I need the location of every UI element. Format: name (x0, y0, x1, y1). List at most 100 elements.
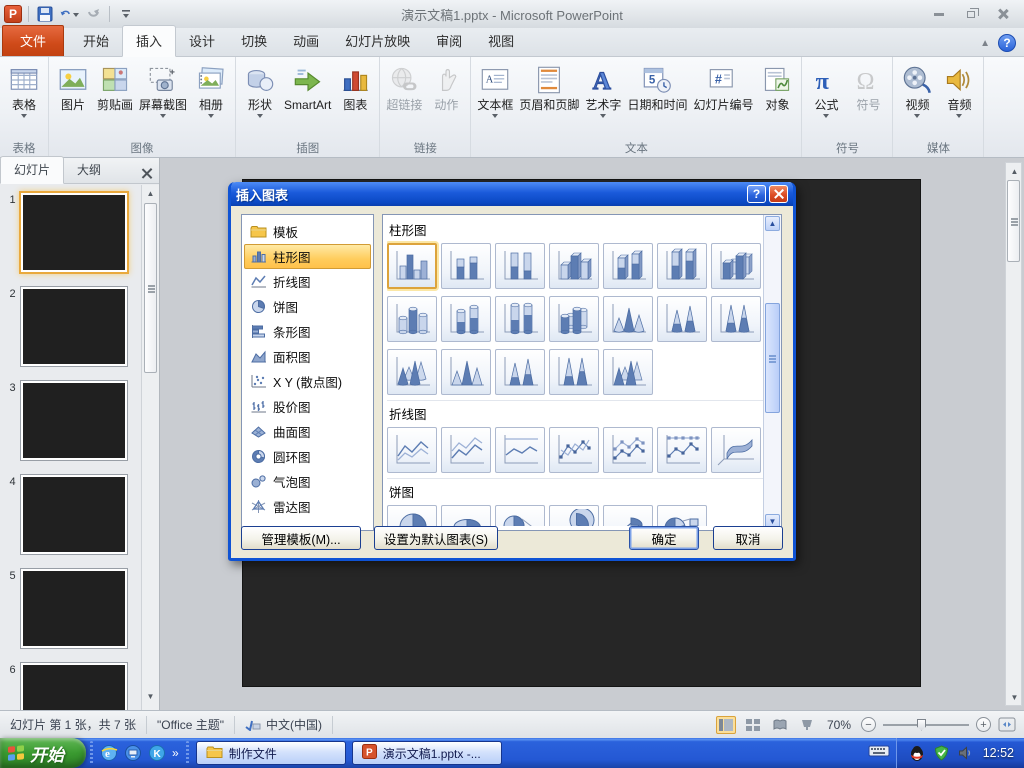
dropdown-arrow-icon[interactable] (823, 114, 829, 118)
chart-type-pyrst[interactable] (495, 349, 545, 395)
slide-thumbnail-4[interactable]: 4 (4, 475, 141, 554)
chart-type-linest[interactable] (441, 427, 491, 473)
tab-设计[interactable]: 设计 (176, 26, 228, 56)
slide-thumbnail-1[interactable]: 1 (4, 193, 141, 272)
category-柱形图[interactable]: 柱形图 (244, 244, 371, 269)
slide-thumbnail-5[interactable]: 5 (4, 569, 141, 648)
cancel-button[interactable]: 取消 (713, 526, 783, 550)
panel-close-icon[interactable] (141, 167, 153, 179)
chart-type-col3d[interactable] (711, 243, 761, 289)
chart-type-line[interactable] (387, 427, 437, 473)
ok-button[interactable]: 确定 (629, 526, 699, 550)
zoom-slider[interactable] (883, 724, 969, 726)
zoom-in-icon[interactable]: + (976, 717, 991, 732)
scroll-up-icon[interactable]: ▲ (142, 185, 159, 201)
scroll-down-icon[interactable]: ▼ (142, 688, 159, 704)
ie-icon[interactable]: e (99, 743, 119, 763)
tab-切换[interactable]: 切换 (228, 26, 280, 56)
chart-type-cone100[interactable] (711, 296, 761, 342)
category-面积图[interactable]: 面积图 (244, 344, 371, 369)
slide-thumbnail-image[interactable] (21, 381, 127, 460)
chart-type-pyr3[interactable] (603, 349, 653, 395)
chart-type-pieof[interactable] (495, 505, 545, 526)
minimize-button[interactable] (928, 6, 950, 22)
category-条形图[interactable]: 条形图 (244, 319, 371, 344)
slide-thumbnail-image[interactable] (21, 193, 127, 272)
volume-icon[interactable] (957, 745, 974, 762)
tab-文件[interactable]: 文件 (2, 25, 64, 56)
zoom-slider-thumb[interactable] (917, 719, 926, 731)
ribbon-button-对象[interactable]: 对象 (756, 59, 798, 112)
tab-幻灯片放映[interactable]: 幻灯片放映 (332, 26, 423, 56)
category-饼图[interactable]: 饼图 (244, 294, 371, 319)
save-icon[interactable] (35, 4, 55, 24)
chart-type-pie[interactable] (387, 505, 437, 526)
slideshow-view-button[interactable] (797, 716, 817, 734)
normal-view-button[interactable] (716, 716, 736, 734)
category-折线图[interactable]: 折线图 (244, 269, 371, 294)
ribbon-button-SmartArt[interactable]: SmartArt (281, 59, 334, 112)
task-item-制作文件[interactable]: 制作文件 (196, 741, 346, 765)
gallery-scrollbar[interactable]: ▲ ▼ (763, 215, 781, 530)
chart-type-cylst[interactable] (441, 296, 491, 342)
category-雷达图[interactable]: 雷达图 (244, 494, 371, 519)
chart-type-col3[interactable] (549, 243, 599, 289)
ribbon-button-公式[interactable]: π公式 (805, 59, 847, 118)
category-X Y (散点图)[interactable]: X Y (散点图) (244, 369, 371, 394)
dropdown-arrow-icon[interactable] (160, 114, 166, 118)
desktop-icon[interactable] (123, 743, 143, 763)
slide-thumbnail-2[interactable]: 2 (4, 287, 141, 366)
dropdown-arrow-icon[interactable] (914, 114, 920, 118)
panel-scrollbar[interactable]: ▲ ▼ (141, 185, 159, 710)
tab-插入[interactable]: 插入 (122, 25, 176, 57)
ribbon-button-图表[interactable]: 图表 (334, 59, 376, 112)
qq-icon[interactable] (909, 745, 926, 762)
ribbon-button-音频[interactable]: 音频 (938, 59, 980, 118)
tab-outline[interactable]: 大纲 (64, 157, 114, 183)
ribbon-button-页眉和页脚[interactable]: 页眉和页脚 (516, 59, 582, 112)
start-button[interactable]: 开始 (0, 738, 86, 768)
ribbon-button-艺术字[interactable]: A艺术字 (582, 59, 624, 118)
scroll-up-icon[interactable]: ▲ (765, 216, 780, 231)
scrollbar-thumb[interactable] (144, 203, 157, 373)
chart-type-linemst[interactable] (603, 427, 653, 473)
tab-开始[interactable]: 开始 (70, 26, 122, 56)
undo-icon[interactable] (59, 4, 79, 24)
ribbon-button-幻灯片编号[interactable]: #幻灯片编号 (690, 59, 756, 112)
dropdown-arrow-icon[interactable] (600, 114, 606, 118)
chart-type-pie3[interactable] (441, 505, 491, 526)
chart-type-colst[interactable] (441, 243, 491, 289)
chart-type-pyr100[interactable] (549, 349, 599, 395)
slide-thumbnail-image[interactable] (21, 475, 127, 554)
chart-type-cyl100[interactable] (495, 296, 545, 342)
dropdown-arrow-icon[interactable] (492, 114, 498, 118)
zoom-out-icon[interactable]: − (861, 717, 876, 732)
chart-type-pyr[interactable] (441, 349, 491, 395)
scroll-up-icon[interactable]: ▲ (1006, 163, 1023, 179)
tab-slides[interactable]: 幻灯片 (0, 156, 64, 184)
chart-type-cone3[interactable] (387, 349, 437, 395)
dialog-help-icon[interactable]: ? (747, 185, 766, 203)
chart-type-col100[interactable] (495, 243, 545, 289)
main-scrollbar[interactable]: ▲ ▼ (1005, 162, 1022, 706)
k-icon[interactable]: K (147, 743, 167, 763)
powerpoint-app-icon[interactable]: P (4, 5, 22, 23)
reading-view-button[interactable] (770, 716, 790, 734)
tab-动画[interactable]: 动画 (280, 26, 332, 56)
ribbon-button-图片[interactable]: 图片 (52, 59, 94, 112)
slide-thumbnail-3[interactable]: 3 (4, 381, 141, 460)
input-method-icon[interactable] (868, 744, 890, 763)
dropdown-arrow-icon[interactable] (208, 114, 214, 118)
chart-type-piebar[interactable] (657, 505, 707, 526)
dropdown-arrow-icon[interactable] (21, 114, 27, 118)
slide-sorter-view-button[interactable] (743, 716, 763, 734)
ribbon-button-屏幕截图[interactable]: 屏幕截图 (136, 59, 190, 118)
ribbon-button-形状[interactable]: 形状 (239, 59, 281, 118)
task-item-演示文稿1.pptx -...[interactable]: P演示文稿1.pptx -... (352, 741, 502, 765)
help-icon[interactable]: ? (998, 34, 1016, 52)
dialog-close-icon[interactable] (769, 185, 788, 203)
chart-type-cyl[interactable] (387, 296, 437, 342)
slide-counter[interactable]: 幻灯片 第 1 张，共 7 张 (0, 716, 147, 734)
chart-type-col[interactable] (387, 243, 437, 289)
ribbon-button-表格[interactable]: 表格 (3, 59, 45, 118)
